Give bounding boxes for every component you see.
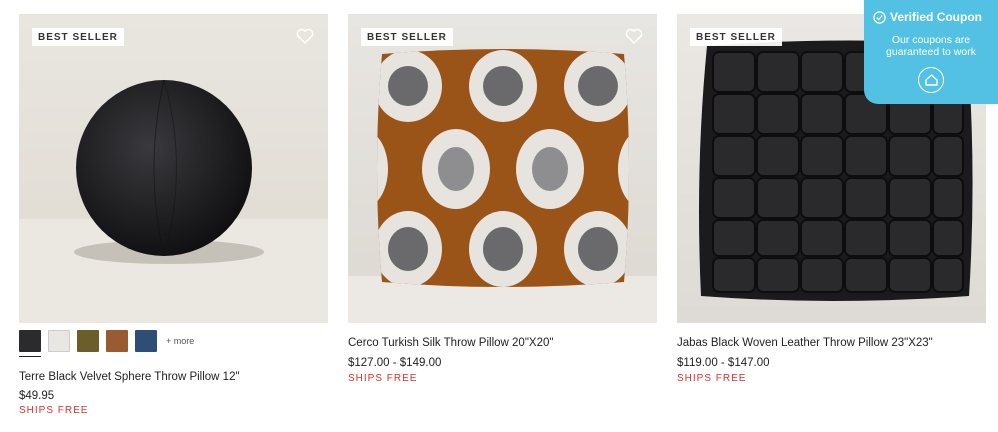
best-seller-badge: BEST SELLER (690, 28, 782, 46)
product-image[interactable]: BEST SELLER (19, 14, 328, 323)
swatch-rust[interactable] (106, 330, 128, 352)
swatch-white[interactable] (48, 330, 70, 352)
coupon-logo-icon[interactable] (918, 67, 944, 93)
ships-free-label: SHIPS FREE (348, 373, 418, 384)
product-name[interactable]: Terre Black Velvet Sphere Throw Pillow 1… (19, 371, 240, 383)
sphere-pillow-photo (19, 14, 328, 323)
coupon-title: Verified Coupon (890, 10, 983, 24)
swatch-olive[interactable] (77, 330, 99, 352)
verified-coupon-widget[interactable]: Verified Coupon Our coupons are guarante… (864, 0, 998, 104)
coupon-subtitle: Our coupons are guaranteed to work (886, 34, 976, 58)
product-image[interactable]: BEST SELLER (348, 14, 657, 323)
coupon-header: Verified Coupon (873, 10, 982, 24)
ships-free-label: SHIPS FREE (677, 373, 747, 384)
product-card-cerco[interactable]: BEST SELLER Cerco Turkish Silk Throw Pil… (348, 14, 657, 384)
check-circle-icon (873, 10, 886, 24)
product-price: $127.00 - $149.00 (348, 357, 442, 369)
color-swatches: + more (19, 330, 194, 357)
ships-free-label: SHIPS FREE (19, 405, 89, 416)
heart-icon[interactable] (625, 28, 643, 44)
house-tag-icon (924, 74, 938, 86)
product-card-terre[interactable]: BEST SELLER + more Terre Black Velvet Sp… (19, 14, 328, 416)
product-price: $49.95 (19, 390, 55, 402)
product-price: $119.00 - $147.00 (677, 357, 770, 369)
swatch-blue[interactable] (135, 330, 157, 352)
more-swatches-link[interactable]: + more (166, 336, 194, 346)
swatch-black[interactable] (19, 330, 41, 357)
product-name[interactable]: Jabas Black Woven Leather Throw Pillow 2… (677, 337, 933, 349)
best-seller-badge: BEST SELLER (361, 28, 453, 46)
heart-icon[interactable] (296, 28, 314, 44)
silk-pillow-photo (348, 14, 657, 323)
product-name[interactable]: Cerco Turkish Silk Throw Pillow 20"X20" (348, 337, 553, 349)
best-seller-badge: BEST SELLER (32, 28, 124, 46)
